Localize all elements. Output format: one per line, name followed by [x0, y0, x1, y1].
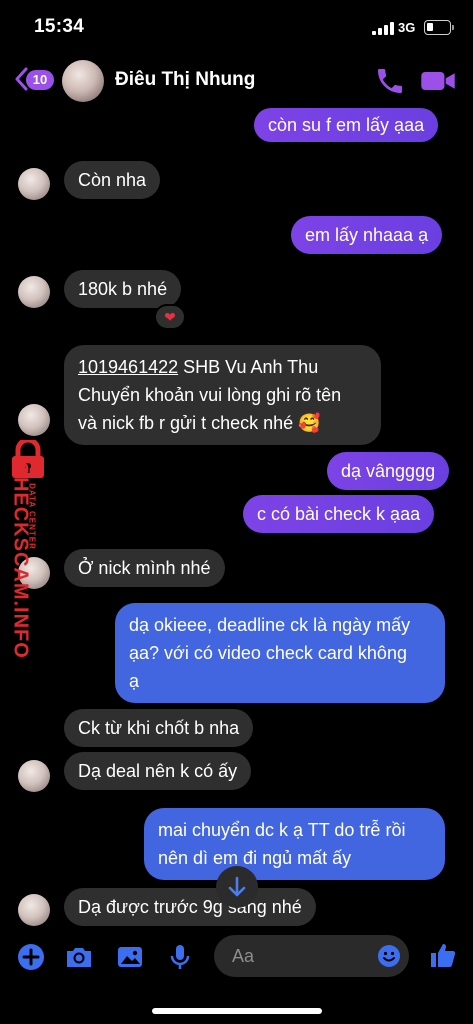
message-outgoing[interactable]: dạ vângggg — [327, 452, 450, 490]
contact-avatar[interactable] — [62, 60, 104, 102]
heart-reaction-icon[interactable]: ❤ — [154, 304, 186, 330]
message-incoming[interactable]: Dạ deal nên k có ấy — [64, 752, 252, 790]
signal-icon — [372, 22, 394, 35]
arrow-down-icon — [228, 876, 246, 897]
contact-name[interactable]: Điêu Thị Nhung — [115, 69, 255, 91]
watermark-text: CHECKSCAM.INFO — [9, 461, 32, 659]
sender-avatar — [18, 404, 50, 436]
back-button[interactable]: 10 — [14, 64, 58, 94]
network-type: 3G — [398, 20, 416, 35]
plus-icon[interactable] — [16, 942, 46, 972]
message-incoming[interactable]: Ck từ khi chốt b nha — [64, 709, 254, 747]
message-outgoing[interactable]: dạ okieee, deadline ck là ngày mấy ạa? v… — [115, 603, 445, 703]
message-outgoing[interactable]: c có bài check k ạaa — [243, 495, 435, 533]
status-time: 15:34 — [34, 16, 85, 37]
battery-icon — [424, 20, 451, 35]
scroll-to-bottom-button[interactable] — [216, 866, 258, 908]
sender-avatar — [18, 168, 50, 200]
message-incoming[interactable]: Còn nha — [64, 161, 161, 199]
watermark: DATA CENTER CHECKSCAM.INFO — [0, 440, 60, 670]
message-outgoing[interactable]: còn su f em lấy ạaa — [254, 108, 439, 142]
account-number-link[interactable]: 1019461422 — [78, 357, 178, 377]
video-camera-icon[interactable] — [420, 65, 456, 97]
home-indicator — [152, 1008, 322, 1014]
message-input-wrapper — [214, 935, 409, 977]
message-composer — [0, 930, 473, 984]
microphone-icon[interactable] — [165, 942, 195, 972]
message-incoming[interactable]: 180k b nhé — [64, 270, 182, 308]
phone-icon[interactable] — [374, 65, 406, 97]
camera-icon[interactable] — [64, 942, 94, 972]
sender-avatar — [18, 276, 50, 308]
sender-avatar — [18, 894, 50, 926]
status-bar: 15:34 3G — [0, 0, 473, 52]
message-incoming[interactable]: Ở nick mình nhé — [64, 549, 225, 587]
message-incoming[interactable]: Dạ được trước 9g sang nhé — [64, 888, 316, 926]
sender-avatar — [18, 760, 50, 792]
thumbs-up-icon[interactable] — [428, 940, 458, 970]
message-outgoing[interactable]: em lấy nhaaa ạ — [291, 216, 443, 254]
unread-badge: 10 — [26, 70, 54, 90]
message-incoming[interactable]: 1019461422 SHB Vu Anh Thu Chuyển khoản v… — [64, 345, 381, 445]
message-outgoing[interactable]: mai chuyển dc k ạ TT do trễ rồi nên dì e… — [144, 808, 445, 880]
message-input[interactable] — [232, 941, 382, 971]
chat-header: 10 Điêu Thị Nhung — [0, 52, 473, 110]
emoji-icon[interactable] — [377, 944, 401, 968]
gallery-icon[interactable] — [115, 942, 145, 972]
